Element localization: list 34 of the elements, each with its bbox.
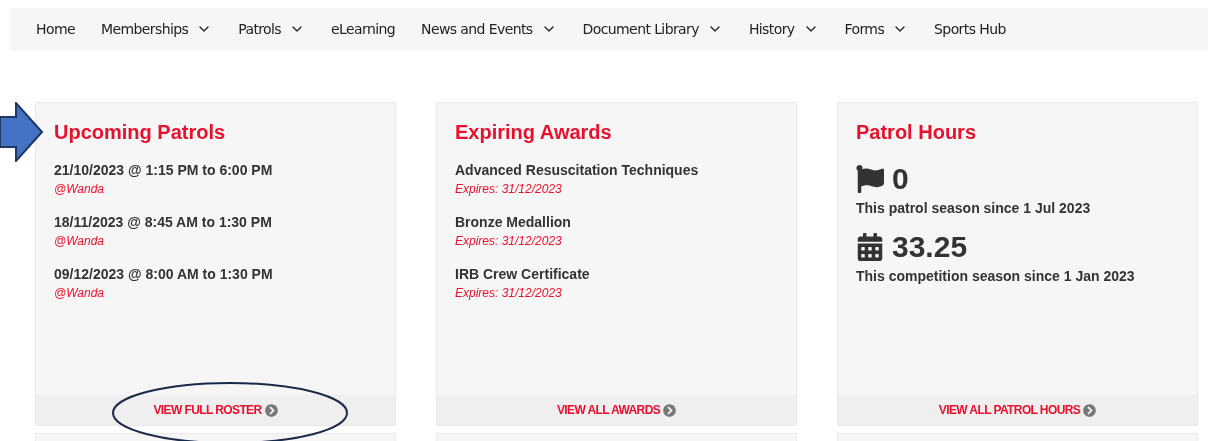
item-subtitle: Expires: 31/12/2023 [455, 182, 563, 196]
item-subtitle: Expires: 31/12/2023 [455, 234, 563, 248]
item-title: 21/10/2023 @ 1:15 PM to 6:00 PM [54, 162, 274, 178]
card-link[interactable]: VIEW ALL PATROL HOURS [938, 403, 1097, 417]
item-title: 18/11/2023 @ 8:45 AM to 1:30 PM [54, 214, 273, 230]
item-title: 09/12/2023 @ 8:00 AM to 1:30 PM [54, 266, 274, 282]
item-subtitle: Expires: 31/12/2023 [455, 286, 563, 300]
card-title: Upcoming Patrols [54, 121, 227, 144]
item-title: Advanced Resuscitation Techniques [455, 162, 700, 178]
nav-link[interactable]: History [748, 21, 819, 37]
calendar-icon [856, 233, 884, 261]
item-subtitle: @Wanda [54, 182, 105, 196]
item-title: Bronze Medallion [455, 214, 572, 230]
nav-link[interactable]: Document Library [582, 21, 723, 37]
nav-link[interactable]: News and Events [421, 21, 557, 37]
stat-value: 0 [892, 162, 909, 196]
stat-value: 33.25 [892, 230, 968, 264]
flag-icon [856, 165, 884, 193]
nav-link[interactable]: Sports Hub [934, 21, 1006, 37]
nav-link[interactable]: eLearning [331, 21, 396, 37]
nav-link[interactable]: Memberships [100, 21, 213, 37]
item-subtitle: @Wanda [54, 234, 105, 248]
stat-caption: This competition season since 1 Jan 2023 [856, 268, 1136, 284]
nav-link[interactable]: Patrols [238, 21, 306, 37]
card-link[interactable]: VIEW ALL AWARDS [556, 403, 677, 417]
card-link[interactable]: VIEW FULL ROSTER [153, 403, 278, 417]
arrow-annotation [0, 102, 44, 162]
item-subtitle: @Wanda [54, 286, 105, 300]
nav-link[interactable]: Home [36, 21, 75, 37]
card-title: Patrol Hours [856, 121, 978, 144]
card-title: Expiring Awards [455, 121, 613, 144]
nav-link[interactable]: Forms [844, 21, 909, 37]
stat-caption: This patrol season since 1 Jul 2023 [856, 200, 1092, 216]
item-title: IRB Crew Certificate [455, 266, 591, 282]
